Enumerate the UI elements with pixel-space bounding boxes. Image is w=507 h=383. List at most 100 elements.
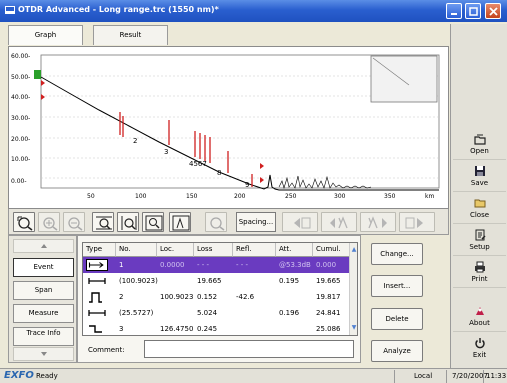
cell-att bbox=[276, 321, 279, 335]
sidebar-item-label: About bbox=[469, 319, 490, 327]
status-divider bbox=[394, 370, 395, 383]
column-header-loss[interactable]: Loss bbox=[194, 243, 233, 257]
scroll-up-icon[interactable]: ▲ bbox=[350, 245, 357, 255]
delete-button[interactable]: Delete bbox=[371, 308, 423, 330]
reflective-event-icon bbox=[89, 292, 102, 303]
x-tick-label: 350 bbox=[384, 193, 396, 200]
column-header-att[interactable]: Att. bbox=[276, 243, 313, 257]
sidebar-item-print[interactable]: Print bbox=[453, 258, 506, 288]
zoom-select-button[interactable] bbox=[13, 212, 35, 232]
sidebar-item-about[interactable]: About bbox=[453, 302, 506, 332]
cell-cumul: 0.000 bbox=[316, 261, 337, 269]
change-button[interactable]: Change... bbox=[371, 243, 423, 265]
tab-result[interactable]: Result bbox=[93, 25, 168, 45]
sidebar-item-exit[interactable]: Exit bbox=[453, 334, 506, 364]
otdr-trace-plot[interactable]: 60.00- 50.00- 40.00- 30.00- 20.00- 10.00… bbox=[9, 47, 450, 210]
previous-marker-button[interactable] bbox=[282, 212, 318, 232]
zoom-full-button[interactable] bbox=[142, 212, 164, 232]
nav-trace-info[interactable]: Trace Info bbox=[13, 327, 74, 346]
tab-graph[interactable]: Graph bbox=[8, 25, 83, 45]
nav-measure[interactable]: Measure bbox=[13, 304, 74, 323]
zoom-horizontal-button[interactable] bbox=[92, 212, 114, 232]
minimize-icon bbox=[451, 13, 457, 15]
nav-event[interactable]: Event bbox=[13, 258, 74, 277]
span-icon bbox=[88, 278, 106, 284]
table-row[interactable]: 1 0.0000 - - - - - - @53.3dB 0.000 bbox=[83, 257, 351, 273]
table-row[interactable]: 3 126.4750 0.245 25.086 bbox=[83, 321, 351, 335]
zoom-in-button[interactable] bbox=[38, 212, 60, 232]
table-row[interactable]: (25.5727) 5.024 0.196 24.841 bbox=[83, 305, 351, 321]
sidebar-item-label: Exit bbox=[472, 351, 487, 359]
comment-input[interactable] bbox=[144, 340, 354, 358]
cell-loc: 126.4750 bbox=[160, 325, 194, 333]
lambda-next-button[interactable] bbox=[360, 212, 396, 232]
cell-att bbox=[276, 289, 279, 305]
otdr-graph[interactable]: 60.00- 50.00- 40.00- 30.00- 20.00- 10.00… bbox=[8, 46, 449, 209]
print-icon bbox=[475, 261, 485, 273]
next-marker-icon bbox=[405, 217, 423, 229]
y-tick-label: 60.00- bbox=[11, 53, 30, 60]
x-tick-label: 150 bbox=[186, 193, 198, 200]
nav-scroll-up-button[interactable] bbox=[13, 239, 74, 253]
sidebar-item-close[interactable]: Close bbox=[453, 194, 506, 224]
event-label: 8 bbox=[217, 169, 221, 177]
sidebar-item-open[interactable]: Open bbox=[453, 130, 506, 160]
status-bar: EXFO Ready Local 7/20/2007 11:33 A bbox=[0, 368, 507, 383]
sidebar-item-save[interactable]: Save bbox=[453, 162, 506, 192]
x-tick-label: 100 bbox=[135, 193, 147, 200]
sidebar-item-label: Open bbox=[470, 147, 489, 155]
lambda-previous-button[interactable] bbox=[321, 212, 357, 232]
y-tick-label: 0.00- bbox=[11, 178, 27, 185]
maximize-button[interactable] bbox=[465, 3, 481, 19]
sidebar-item-label: Setup bbox=[469, 243, 490, 251]
column-header-type[interactable]: Type bbox=[83, 243, 116, 257]
zoom-full-icon bbox=[145, 215, 163, 231]
column-header-no[interactable]: No. bbox=[116, 243, 157, 257]
sidebar-item-label: Print bbox=[471, 275, 488, 283]
zoom-disabled-button[interactable] bbox=[205, 212, 227, 232]
column-header-refl[interactable]: Refl. bbox=[233, 243, 276, 257]
zoom-select-icon bbox=[17, 216, 33, 231]
zoom-disabled-icon bbox=[210, 217, 225, 231]
close-folder-icon bbox=[474, 199, 486, 208]
launch-marker[interactable] bbox=[34, 70, 41, 79]
close-window-button[interactable] bbox=[485, 3, 501, 19]
x-tick-label: 200 bbox=[234, 193, 246, 200]
zoom-out-button[interactable] bbox=[63, 212, 85, 232]
maximize-icon bbox=[469, 7, 478, 16]
nav-scroll-down-button[interactable] bbox=[13, 347, 74, 361]
events-table[interactable]: Type No. Loc. Loss Refl. Att. Cumul. 1 0… bbox=[82, 242, 358, 336]
non-reflective-event-icon bbox=[89, 325, 102, 333]
zoom-vertical-button[interactable] bbox=[117, 212, 139, 232]
table-row[interactable]: (100.9023) 19.665 0.195 19.665 bbox=[83, 273, 351, 289]
cell-no: 3 bbox=[119, 325, 124, 333]
spacing-button[interactable]: Spacing... bbox=[236, 212, 276, 232]
analyze-button[interactable]: Analyze bbox=[371, 340, 423, 362]
overview-thumbnail[interactable] bbox=[370, 55, 438, 103]
event-label: 9 bbox=[245, 181, 249, 189]
status-mode: Local bbox=[414, 372, 433, 380]
cell-cumul: 19.665 bbox=[316, 277, 341, 285]
status-time: 11:33 A bbox=[486, 372, 507, 380]
power-icon bbox=[475, 338, 485, 349]
cell-refl bbox=[233, 321, 236, 335]
cell-loc bbox=[157, 305, 160, 321]
setup-icon bbox=[475, 229, 486, 241]
minimize-button[interactable] bbox=[446, 3, 462, 19]
insert-button[interactable]: Insert... bbox=[371, 275, 423, 297]
table-scrollbar[interactable]: ▲ ▼ bbox=[349, 243, 357, 335]
column-header-loc[interactable]: Loc. bbox=[157, 243, 194, 257]
scroll-down-icon[interactable]: ▼ bbox=[350, 323, 357, 333]
table-row[interactable]: 2 100.9023 0.152 -42.6 19.817 bbox=[83, 289, 351, 305]
zoom-event-icon bbox=[172, 215, 190, 231]
zoom-event-button[interactable] bbox=[169, 212, 191, 232]
events-panel: Type No. Loc. Loss Refl. Att. Cumul. 1 0… bbox=[77, 235, 361, 363]
next-marker-button[interactable] bbox=[399, 212, 435, 232]
status-divider bbox=[446, 370, 447, 383]
x-tick-label: 300 bbox=[334, 193, 346, 200]
column-header-cumul[interactable]: Cumul. bbox=[313, 243, 351, 257]
nav-span[interactable]: Span bbox=[13, 281, 74, 300]
sidebar-item-setup[interactable]: Setup bbox=[453, 226, 506, 256]
previous-marker-icon bbox=[294, 217, 311, 229]
lambda-next-icon bbox=[368, 216, 387, 229]
